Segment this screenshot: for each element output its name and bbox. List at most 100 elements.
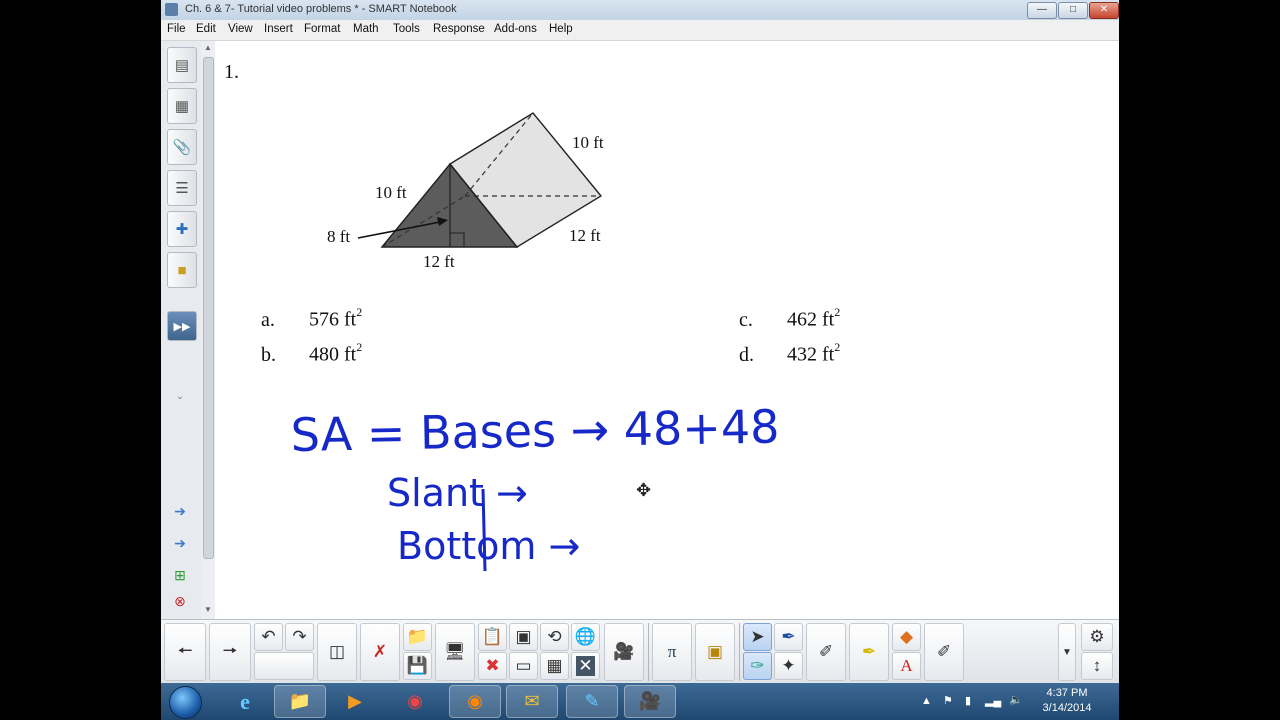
shapes-button[interactable]: ◆ bbox=[892, 623, 921, 651]
clock[interactable]: 4:37 PM 3/14/2014 bbox=[1027, 686, 1107, 716]
move-cursor-icon: ✥ bbox=[636, 480, 652, 500]
volume-icon[interactable]: 🔈 bbox=[1009, 693, 1023, 706]
menu-help[interactable]: Help bbox=[549, 23, 573, 35]
menu-edit[interactable]: Edit bbox=[196, 23, 216, 35]
up-down-arrow-icon: ↕ bbox=[1092, 656, 1102, 675]
reset-button[interactable]: ⟲ bbox=[540, 623, 569, 651]
pen-button[interactable]: ✒ bbox=[774, 623, 803, 651]
recorder-button[interactable]: 🎥 bbox=[604, 623, 644, 681]
screen-shade-button[interactable]: ◫ bbox=[317, 623, 357, 681]
taskbar-recorder[interactable]: 🎥 bbox=[624, 685, 676, 718]
toolbar-dropdown[interactable]: ▼ bbox=[1058, 623, 1076, 681]
previous-page-icon[interactable]: ➔ bbox=[169, 503, 191, 521]
title-bar: Ch. 6 & 7- Tutorial video problems * - S… bbox=[161, 0, 1119, 21]
prism-front-outline bbox=[380, 162, 519, 248]
calligraphy-pen-button[interactable]: ✐ bbox=[806, 623, 846, 681]
collapse-handle-icon[interactable]: ⌄ bbox=[169, 391, 191, 409]
toolbar-separator bbox=[739, 623, 740, 681]
gallery-tab[interactable]: ▦ bbox=[167, 88, 197, 124]
creative-pen-icon: ✑ bbox=[750, 656, 765, 675]
menu-format[interactable]: Format bbox=[304, 23, 340, 35]
taskbar-chrome[interactable]: ◉ bbox=[389, 685, 441, 718]
label-height: 8 ft bbox=[327, 227, 351, 246]
save-button[interactable]: 💾 bbox=[403, 652, 432, 680]
select-button[interactable]: ➤ bbox=[743, 623, 772, 651]
notebook-page[interactable]: 1. 10 ft 10 ft 8 ft 12 ft 12 ft a. 576 ft… bbox=[215, 41, 1119, 619]
minimize-button[interactable]: — bbox=[1027, 2, 1057, 19]
response-tab[interactable]: ■ bbox=[167, 252, 197, 288]
delete-icon: ✗ bbox=[372, 642, 388, 661]
scroll-down-icon[interactable]: ▼ bbox=[203, 605, 213, 617]
close-button[interactable]: ✕ bbox=[1089, 2, 1119, 19]
expand-sidebar-button[interactable]: ▶▶ bbox=[167, 311, 197, 341]
taskbar-ie[interactable]: e bbox=[219, 685, 271, 718]
add-page-icon[interactable]: ⊞ bbox=[169, 567, 191, 585]
undo-button[interactable]: ↶ bbox=[254, 623, 283, 651]
gear-icon: ⚙ bbox=[1089, 627, 1105, 646]
delete-button[interactable]: ✗ bbox=[360, 623, 400, 681]
delete-page-icon[interactable]: ⊗ bbox=[169, 593, 191, 611]
menu-view[interactable]: View bbox=[228, 23, 253, 35]
firefox-icon: ◉ bbox=[467, 691, 483, 711]
taskbar-smart-notebook[interactable]: ✎ bbox=[566, 685, 618, 718]
scroll-thumb[interactable] bbox=[203, 57, 214, 559]
next-page-icon[interactable]: ➔ bbox=[169, 535, 191, 553]
open-button[interactable]: 📁 bbox=[403, 623, 432, 651]
clear-page-button[interactable]: ✖ bbox=[478, 652, 507, 680]
menu-math[interactable]: Math bbox=[353, 23, 379, 35]
maximize-button[interactable]: □ bbox=[1058, 2, 1088, 19]
choice-b: b. 480 ft2 bbox=[261, 340, 363, 366]
taskbar-firefox[interactable]: ◉ bbox=[449, 685, 501, 718]
menu-response[interactable]: Response bbox=[433, 23, 485, 35]
text-button[interactable]: A bbox=[892, 652, 921, 680]
flag-icon[interactable]: ⚑ bbox=[943, 694, 953, 707]
taskbar-media-player[interactable]: ▶ bbox=[329, 685, 381, 718]
scroll-up-icon[interactable]: ▲ bbox=[203, 43, 213, 55]
network-icon[interactable]: ▂▄ bbox=[985, 694, 1001, 707]
display-icon: 🖥 bbox=[444, 642, 466, 661]
insert-table-button[interactable]: ▦ bbox=[540, 652, 569, 680]
attachments-tab[interactable]: 📎 bbox=[167, 129, 197, 165]
properties-tab[interactable]: ☰ bbox=[167, 170, 197, 206]
tray-expand-icon[interactable]: ▲ bbox=[921, 695, 932, 707]
close-tool-button[interactable]: ✕ bbox=[571, 652, 600, 680]
add-ons-tab[interactable]: ✚ bbox=[167, 211, 197, 247]
forward-button[interactable]: 🠖 bbox=[209, 623, 251, 681]
prism-front-face bbox=[382, 164, 517, 247]
creative-pen-button[interactable]: ✑ bbox=[743, 652, 772, 680]
highlighter-icon: ✒ bbox=[861, 642, 877, 661]
magic-pen-button[interactable]: ✦ bbox=[774, 652, 803, 680]
redo-icon: ↷ bbox=[292, 627, 307, 646]
label-base: 12 ft bbox=[423, 252, 455, 271]
page-sorter-tab[interactable]: ▤ bbox=[167, 47, 197, 83]
move-toolbar-button[interactable]: ↕ bbox=[1081, 652, 1113, 680]
taskbar-outlook[interactable]: ✉ bbox=[506, 685, 558, 718]
back-button[interactable]: 🠔 bbox=[164, 623, 206, 681]
highlighter-button[interactable]: ✒ bbox=[849, 623, 889, 681]
clock-date: 3/14/2014 bbox=[1042, 702, 1092, 714]
camera-button[interactable]: ▣ bbox=[509, 623, 538, 651]
start-button[interactable] bbox=[169, 686, 202, 719]
settings-button[interactable]: ⚙ bbox=[1081, 623, 1113, 651]
menu-tools[interactable]: Tools bbox=[393, 23, 420, 35]
math-button[interactable]: π bbox=[652, 623, 692, 681]
right-angle-mark bbox=[450, 232, 465, 247]
paste-button[interactable]: 📋 bbox=[478, 623, 507, 651]
response-icon: ■ bbox=[177, 261, 187, 279]
display-button[interactable]: 🖥 bbox=[435, 623, 475, 681]
response-button[interactable]: ▣ bbox=[695, 623, 735, 681]
menu-add-ons[interactable]: Add-ons bbox=[494, 23, 537, 35]
save-icon: 💾 bbox=[406, 656, 429, 675]
open-icon: 📁 bbox=[406, 627, 429, 646]
menu-file[interactable]: File bbox=[167, 23, 186, 35]
menu-insert[interactable]: Insert bbox=[264, 23, 293, 35]
screen-button[interactable]: ▭ bbox=[509, 652, 538, 680]
app-icon bbox=[165, 3, 178, 16]
eraser-button[interactable]: ✐ bbox=[924, 623, 964, 681]
power-icon[interactable]: ▮ bbox=[965, 694, 971, 707]
redo-button[interactable]: ↷ bbox=[285, 623, 314, 651]
video-recorder-icon: 🎥 bbox=[638, 691, 662, 711]
taskbar-explorer[interactable]: 📁 bbox=[274, 685, 326, 718]
vertical-scrollbar[interactable]: ▲ ▼ bbox=[201, 41, 215, 619]
globe-button[interactable]: 🌐 bbox=[571, 623, 600, 651]
